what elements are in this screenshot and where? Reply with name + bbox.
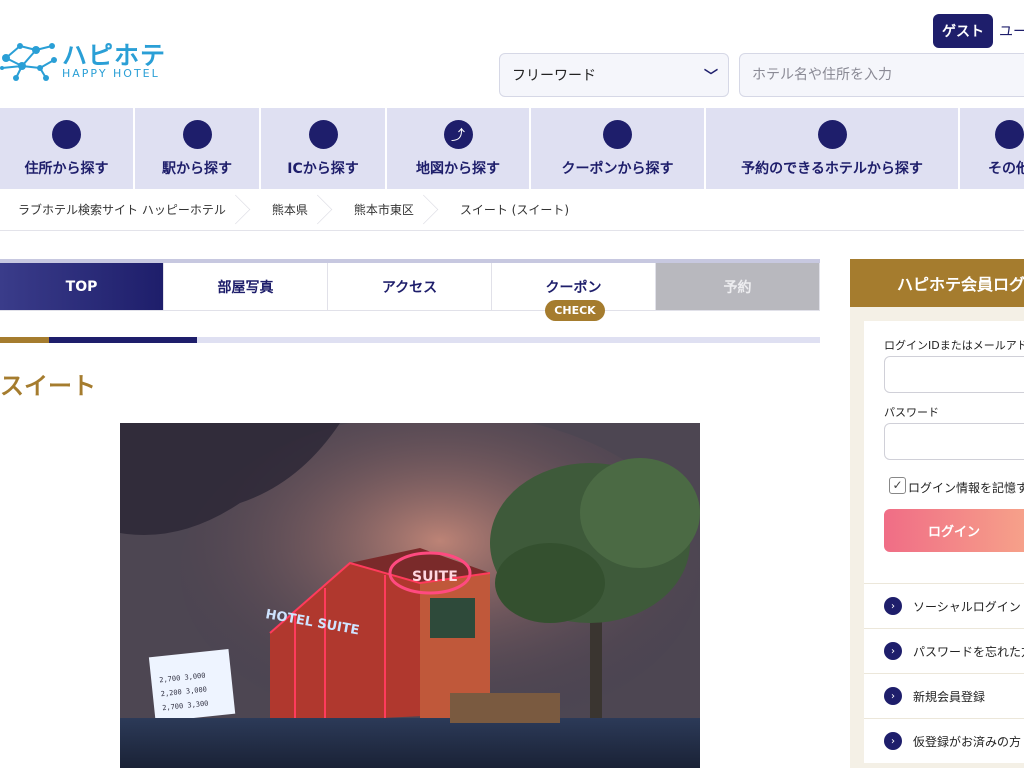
chevron-right-icon: ›: [884, 642, 902, 660]
link-label: パスワードを忘れた方: [913, 644, 1024, 659]
login-panel-title: ハピホテ会員ログ: [850, 259, 1024, 307]
nav-search-by-coupon[interactable]: クーポンから探す: [531, 108, 706, 189]
progress-navy-segment: [49, 337, 197, 343]
breadcrumb-prefecture[interactable]: 熊本県: [254, 189, 336, 231]
station-icon: [182, 120, 212, 149]
happy-hotel-logo[interactable]: ハピホテ HAPPY HOTEL: [0, 36, 175, 84]
japan-map-icon: ⤴: [443, 120, 473, 149]
password-field[interactable]: [884, 423, 1024, 460]
tab-coupon[interactable]: クーポン CHECK: [492, 263, 656, 321]
nav-search-reservable[interactable]: 予約のできるホテルから探す: [706, 108, 960, 189]
search-category-nav: 住所から探す 駅から探す ICから探す ⤴ 地図から探す クーポンから探す 予約…: [0, 108, 1024, 189]
social-login-link[interactable]: › ソーシャルログイン: [864, 583, 1024, 628]
nav-label: その他: [988, 161, 1024, 177]
link-label: 新規会員登録: [913, 689, 986, 704]
login-id-field[interactable]: [884, 356, 1024, 393]
login-links: › ソーシャルログイン › パスワードを忘れた方 › 新規会員登録 › 仮登録が…: [864, 583, 1024, 763]
nav-label: 地図から探す: [416, 161, 500, 177]
chevron-down-icon: ﹀: [704, 69, 718, 85]
user-label: ユー: [999, 24, 1024, 40]
guest-badge[interactable]: ゲスト: [933, 14, 993, 48]
tab-coupon-label: クーポン: [545, 279, 602, 296]
hotel-photo-illustration: SUITE HOTEL SUITE 2,700 3,000 2,200 3,00…: [120, 423, 700, 768]
address-icon: [52, 120, 81, 149]
nav-label: 住所から探す: [24, 161, 109, 177]
tab-access[interactable]: アクセス: [328, 263, 492, 311]
remember-login-checkbox[interactable]: ✓: [889, 477, 906, 494]
nav-label: クーポンから探す: [561, 161, 674, 177]
nav-search-by-station[interactable]: 駅から探す: [135, 108, 261, 189]
nav-other[interactable]: その他: [960, 108, 1024, 189]
keyword-type-value: フリーワード: [512, 68, 596, 84]
nav-search-by-address[interactable]: 住所から探す: [0, 108, 135, 189]
breadcrumb-home[interactable]: ラブホテル検索サイト ハッピーホテル: [0, 189, 254, 231]
link-label: 仮登録がお済みの方: [913, 734, 1022, 749]
register-link[interactable]: › 新規会員登録: [864, 673, 1024, 718]
page: ハピホテ HAPPY HOTEL ゲスト ユー フリーワード ﹀ 住所から探す …: [0, 0, 1024, 768]
nav-label: ICから探す: [287, 161, 359, 177]
logo-text-en: HAPPY HOTEL: [62, 67, 160, 80]
chevron-right-icon: ›: [884, 687, 902, 705]
tab-room-photos[interactable]: 部屋写真: [164, 263, 328, 311]
network-logo-icon: [0, 43, 57, 81]
tab-reserve: 予約: [656, 263, 820, 311]
login-id-label: ログインIDまたはメールアドレ: [884, 339, 1024, 352]
reservation-icon: [817, 120, 847, 149]
nav-label: 予約のできるホテルから探す: [741, 161, 923, 177]
highway-ic-icon: [308, 120, 338, 149]
forgot-password-link[interactable]: › パスワードを忘れた方: [864, 628, 1024, 673]
password-label: パスワード: [884, 406, 939, 419]
chevron-right-icon: ›: [884, 732, 902, 750]
section-progress-bar: [0, 337, 820, 343]
progress-gold-segment: [0, 337, 49, 343]
hotel-exterior-photo[interactable]: SUITE HOTEL SUITE 2,700 3,000 2,200 3,00…: [120, 423, 700, 768]
link-label: ソーシャルログイン: [913, 599, 1021, 614]
breadcrumb: ラブホテル検索サイト ハッピーホテル 熊本県 熊本市東区 スイート (スイート): [0, 189, 1024, 231]
login-button[interactable]: ログイン: [884, 509, 1024, 552]
breadcrumb-city[interactable]: 熊本市東区: [336, 189, 442, 231]
coupon-check-badge: CHECK: [545, 300, 605, 321]
keyword-type-select[interactable]: フリーワード ﹀: [499, 53, 729, 97]
hotel-tabs: TOP 部屋写真 アクセス クーポン CHECK 予約: [0, 263, 820, 321]
coupon-icon: [603, 120, 632, 149]
hotel-search-input[interactable]: [739, 53, 1024, 97]
remember-login-label: ログイン情報を記憶す: [908, 481, 1024, 495]
nav-search-by-map[interactable]: ⤴ 地図から探す: [387, 108, 531, 189]
provisional-registration-link[interactable]: › 仮登録がお済みの方: [864, 718, 1024, 763]
tab-top[interactable]: TOP: [0, 263, 164, 311]
nav-search-by-ic[interactable]: ICから探す: [261, 108, 387, 189]
breadcrumb-current: スイート (スイート): [459, 203, 570, 217]
nav-label: 駅から探す: [162, 161, 232, 177]
other-icon: [994, 120, 1024, 149]
chevron-right-icon: ›: [884, 597, 902, 615]
hotel-name: スイート: [0, 372, 96, 400]
neon-sign-top: SUITE: [412, 569, 458, 585]
